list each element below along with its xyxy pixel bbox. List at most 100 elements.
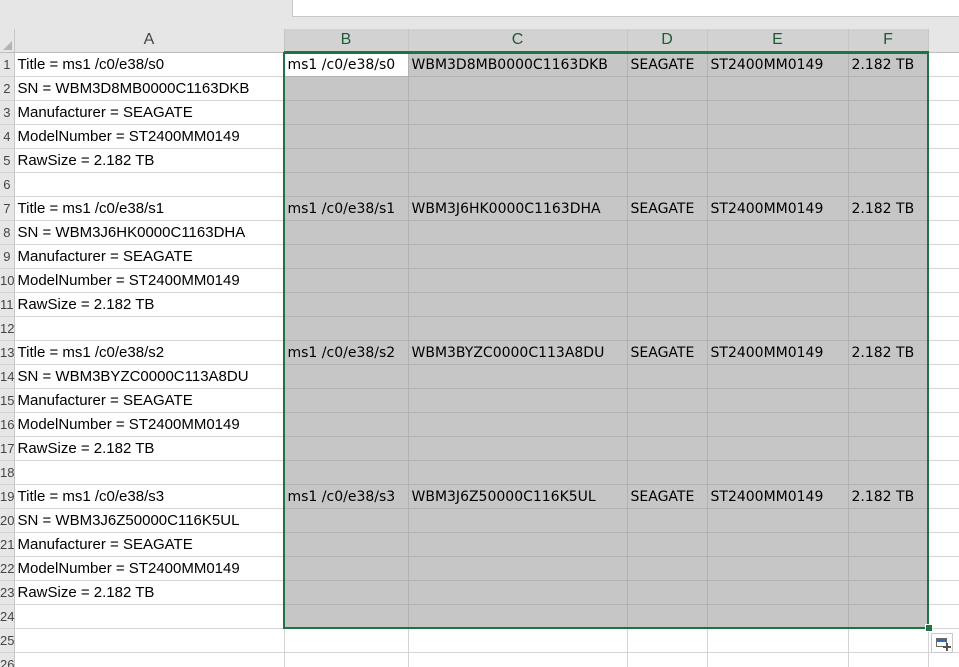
cell-e26[interactable] [707,652,849,667]
cell-e21[interactable] [707,532,849,557]
cell-e2[interactable] [707,76,849,101]
cell-a4[interactable]: ModelNumber = ST2400MM0149 [14,124,285,149]
cell-d17[interactable] [627,436,708,461]
cell-c8[interactable] [408,220,628,245]
cell-f26[interactable] [848,652,929,667]
cell-d20[interactable] [627,508,708,533]
cell-g6[interactable] [928,172,959,197]
cell-g16[interactable] [928,412,959,437]
row-header[interactable]: 3 [0,100,15,125]
cell-e10[interactable] [707,268,849,293]
cell-a17[interactable]: RawSize = 2.182 TB [14,436,285,461]
cell-e9[interactable] [707,244,849,269]
cell-f13[interactable]: 2.182 TB [848,340,929,365]
cell-f8[interactable] [848,220,929,245]
cell-c5[interactable] [408,148,628,173]
cell-b12[interactable] [284,316,409,341]
cell-c14[interactable] [408,364,628,389]
cell-c24[interactable] [408,604,628,629]
fill-handle[interactable] [925,624,933,632]
cell-e18[interactable] [707,460,849,485]
cell-e19[interactable]: ST2400MM0149 [707,484,849,509]
cell-g18[interactable] [928,460,959,485]
cell-d24[interactable] [627,604,708,629]
cell-a11[interactable]: RawSize = 2.182 TB [14,292,285,317]
cell-d25[interactable] [627,628,708,653]
cell-f19[interactable]: 2.182 TB [848,484,929,509]
cell-a14[interactable]: SN = WBM3BYZC0000C113A8DU [14,364,285,389]
cell-g1[interactable] [928,52,959,77]
cell-a22[interactable]: ModelNumber = ST2400MM0149 [14,556,285,581]
cell-b22[interactable] [284,556,409,581]
cell-f10[interactable] [848,268,929,293]
row-header[interactable]: 25 [0,628,15,653]
cell-b25[interactable] [284,628,409,653]
cell-g3[interactable] [928,100,959,125]
cell-a1[interactable]: Title = ms1 /c0/e38/s0 [14,52,285,77]
cell-f2[interactable] [848,76,929,101]
cell-g12[interactable] [928,316,959,341]
column-header[interactable] [928,29,959,53]
cell-f9[interactable] [848,244,929,269]
row-header[interactable]: 7 [0,196,15,221]
cell-g4[interactable] [928,124,959,149]
row-header[interactable]: 12 [0,316,15,341]
cell-g9[interactable] [928,244,959,269]
cell-g15[interactable] [928,388,959,413]
row-header[interactable]: 22 [0,556,15,581]
cell-g11[interactable] [928,292,959,317]
cell-a12[interactable] [14,316,285,341]
cell-b26[interactable] [284,652,409,667]
cell-e17[interactable] [707,436,849,461]
cell-g19[interactable] [928,484,959,509]
cell-c21[interactable] [408,532,628,557]
cell-a19[interactable]: Title = ms1 /c0/e38/s3 [14,484,285,509]
cell-b24[interactable] [284,604,409,629]
row-header[interactable]: 4 [0,124,15,149]
cell-f15[interactable] [848,388,929,413]
cell-c15[interactable] [408,388,628,413]
cell-a10[interactable]: ModelNumber = ST2400MM0149 [14,268,285,293]
cell-f6[interactable] [848,172,929,197]
cell-e20[interactable] [707,508,849,533]
quick-analysis-icon[interactable] [931,633,953,653]
row-header[interactable]: 26 [0,652,15,667]
cell-c13[interactable]: WBM3BYZC0000C113A8DU [408,340,628,365]
cell-e1[interactable]: ST2400MM0149 [707,52,849,77]
cell-b5[interactable] [284,148,409,173]
cell-a2[interactable]: SN = WBM3D8MB0000C1163DKB [14,76,285,101]
cell-g2[interactable] [928,76,959,101]
cell-c1[interactable]: WBM3D8MB0000C1163DKB [408,52,628,77]
cell-b6[interactable] [284,172,409,197]
cell-c19[interactable]: WBM3J6Z50000C116K5UL [408,484,628,509]
row-header[interactable]: 8 [0,220,15,245]
cell-e11[interactable] [707,292,849,317]
cell-f14[interactable] [848,364,929,389]
cell-b20[interactable] [284,508,409,533]
cell-b10[interactable] [284,268,409,293]
cell-f7[interactable]: 2.182 TB [848,196,929,221]
column-header[interactable]: E [707,29,849,53]
cell-f21[interactable] [848,532,929,557]
cell-e3[interactable] [707,100,849,125]
cell-a26[interactable] [14,652,285,667]
cell-a7[interactable]: Title = ms1 /c0/e38/s1 [14,196,285,221]
select-all-icon[interactable] [0,29,15,53]
cell-c2[interactable] [408,76,628,101]
cell-a9[interactable]: Manufacturer = SEAGATE [14,244,285,269]
cell-a13[interactable]: Title = ms1 /c0/e38/s2 [14,340,285,365]
cell-a21[interactable]: Manufacturer = SEAGATE [14,532,285,557]
cell-a23[interactable]: RawSize = 2.182 TB [14,580,285,605]
cell-b1[interactable]: ms1 /c0/e38/s0 [284,52,409,77]
cell-e6[interactable] [707,172,849,197]
cell-e4[interactable] [707,124,849,149]
cell-b14[interactable] [284,364,409,389]
cell-d22[interactable] [627,556,708,581]
cell-d9[interactable] [627,244,708,269]
cell-e24[interactable] [707,604,849,629]
cell-d23[interactable] [627,580,708,605]
cell-a24[interactable] [14,604,285,629]
cell-f18[interactable] [848,460,929,485]
row-header[interactable]: 21 [0,532,15,557]
cell-c17[interactable] [408,436,628,461]
